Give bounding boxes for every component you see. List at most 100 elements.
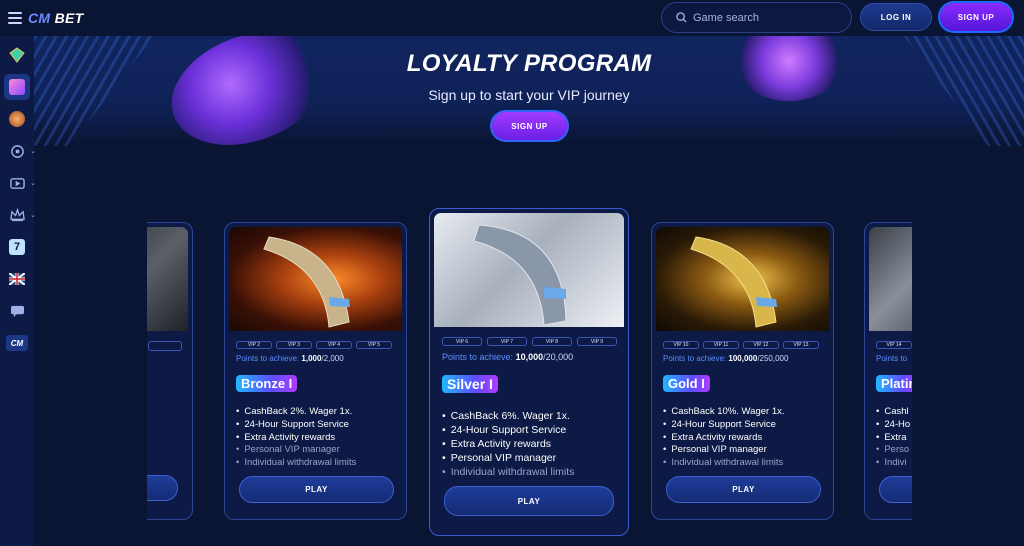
points-label: Points to achieve: <box>442 352 514 362</box>
menu-icon[interactable] <box>4 7 26 29</box>
logo-mark: CM <box>28 10 51 26</box>
vip-pill: VIP 10 <box>663 341 699 349</box>
card-image <box>434 213 624 327</box>
points-total: /20,000 <box>543 352 574 362</box>
sidebar: ⌄ ⌄ ⌄ 7 CM <box>0 36 36 546</box>
points-total: /2,000 <box>321 354 344 363</box>
vip-cards-carousel[interactable]: VIP 2 VIP 3 VIP 4 VIP 5 Points to achiev… <box>147 200 912 546</box>
points-current: 1,000 <box>301 354 322 363</box>
chevron-down-icon: ⌄ <box>30 212 36 219</box>
perk-item: Extra Activity rewards <box>663 432 785 445</box>
perk-item: Indivi <box>876 457 910 470</box>
sidebar-item-crown[interactable]: ⌄ <box>4 202 36 228</box>
sidebar-item-live-dealer[interactable] <box>4 106 30 132</box>
sidebar-item-gem[interactable] <box>4 42 30 68</box>
cm-logo-icon: CM <box>6 335 28 351</box>
sidebar-item-slots[interactable] <box>4 74 30 100</box>
perk-item: Personal VIP manager <box>442 451 574 465</box>
boomerang-image <box>263 236 350 328</box>
video-icon <box>9 177 25 189</box>
sidebar-item-language[interactable] <box>4 266 30 292</box>
perk-item: Cashl <box>876 406 910 419</box>
vip-pill: VIP 7 <box>487 337 527 346</box>
vip-pill: VIP 12 <box>743 341 779 349</box>
vip-pill: VIP 3 <box>276 341 312 349</box>
points-to-achieve: Points to achieve: 1,000/2,000 <box>236 354 344 363</box>
hero-signup-button[interactable]: SIGN UP <box>492 112 567 140</box>
vip-card-bronze: VIP 2 VIP 3 VIP 4 VIP 5 Points to achiev… <box>224 222 407 520</box>
sidebar-item-video[interactable]: ⌄ <box>4 170 36 196</box>
tier-badge: Bronze I <box>236 375 298 392</box>
vip-card-gold: VIP 10 VIP 11 VIP 12 VIP 13 Points to ac… <box>651 222 834 520</box>
chevron-down-icon: ⌄ <box>30 148 36 155</box>
tier-badge: Gold I <box>663 375 710 392</box>
perk-item: CashBack 6%. Wager 1x. <box>442 409 574 423</box>
perk-item: 24-Ho <box>876 419 910 432</box>
top-bar: CM BET Game search LOG IN SIGN UP <box>0 0 1024 36</box>
perks-list: Cashl 24-Ho Extra Perso Indivi <box>876 406 910 470</box>
vip-levels: VIP 6 VIP 7 VIP 8 VIP 9 <box>442 337 617 346</box>
play-button[interactable] <box>879 476 912 503</box>
points-current: 100,000 <box>728 354 758 363</box>
points-total: /250,000 <box>757 354 789 363</box>
perks-list: CashBack 10%. Wager 1x. 24-Hour Support … <box>663 406 785 470</box>
perk-item: Individual withdrawal limits <box>442 465 575 479</box>
vip-levels: VIP 14 <box>876 341 912 349</box>
site-logo[interactable]: CM BET <box>28 10 83 26</box>
hero-subtitle: Sign up to start your VIP journey <box>428 87 630 103</box>
vip-levels: VIP 10 VIP 11 VIP 12 VIP 13 <box>663 341 819 349</box>
search-placeholder: Game search <box>693 11 760 24</box>
play-button[interactable]: PLAY <box>239 476 394 503</box>
perk-item: 24-Hour Support Service <box>442 423 574 437</box>
perk-item: Individual withdrawal limits <box>236 457 356 470</box>
vip-pill: VIP 9 <box>577 337 617 346</box>
sports-icon <box>10 144 24 158</box>
perk-item: 24-Hour Support Service <box>236 419 356 432</box>
signup-button[interactable]: SIGN UP <box>940 3 1012 31</box>
seven-icon: 7 <box>9 239 25 255</box>
tier-badge: Silver I <box>442 375 498 393</box>
sidebar-item-chat[interactable] <box>4 298 30 324</box>
perk-item: CashBack 2%. Wager 1x. <box>236 406 356 419</box>
points-to-achieve: Points to achieve: 100,000/250,000 <box>663 354 788 363</box>
perk-item: Perso <box>876 444 910 457</box>
sidebar-item-cm[interactable]: CM <box>4 330 30 356</box>
perk-item: Extra <box>876 432 910 445</box>
vip-pill: VIP 5 <box>356 341 392 349</box>
card-image <box>656 227 829 331</box>
vip-pill: VIP 6 <box>442 337 482 346</box>
vip-card-platinum: VIP 14 Points to Platin Cashl 24-Ho Extr… <box>864 222 912 520</box>
perk-item: CashBack 10%. Wager 1x. <box>663 406 784 419</box>
perks-list: CashBack 2%. Wager 1x. 24-Hour Support S… <box>236 406 356 470</box>
crown-icon <box>9 207 25 221</box>
play-button[interactable] <box>147 475 178 501</box>
points-label: Points to <box>876 354 908 363</box>
perks-list: CashBack 6%. Wager 1x. 24-Hour Support S… <box>442 409 575 479</box>
points-label: Points to achieve: <box>236 354 300 363</box>
chevron-down-icon: ⌄ <box>30 180 36 187</box>
search-input[interactable]: Game search <box>661 2 852 33</box>
card-image <box>869 227 912 331</box>
tier-badge: Platin <box>876 375 912 392</box>
vip-pill <box>148 341 182 351</box>
vip-pill: VIP 8 <box>532 337 572 346</box>
chat-icon <box>10 305 24 317</box>
vip-card-partial-left <box>147 222 193 520</box>
points-to-achieve: Points to achieve: 10,000/20,000 <box>442 352 573 362</box>
page-title: LOYALTY PROGRAM <box>406 50 652 77</box>
perk-item: Extra Activity rewards <box>442 437 574 451</box>
live-dealer-icon <box>9 111 25 127</box>
uk-flag-icon <box>9 273 25 285</box>
search-icon <box>676 12 687 23</box>
sidebar-item-seven[interactable]: 7 <box>4 234 30 260</box>
perk-item: Personal VIP manager <box>663 444 785 457</box>
points-current: 10,000 <box>515 352 544 362</box>
sidebar-item-sports[interactable]: ⌄ <box>4 138 36 164</box>
play-button[interactable]: PLAY <box>666 476 821 503</box>
login-button[interactable]: LOG IN <box>860 3 932 31</box>
perk-item: Individual withdrawal limits <box>663 457 785 470</box>
vip-pill: VIP 4 <box>316 341 352 349</box>
play-button[interactable]: PLAY <box>444 486 614 516</box>
vip-pill: VIP 2 <box>236 341 272 349</box>
perk-item: Extra Activity rewards <box>236 432 356 445</box>
